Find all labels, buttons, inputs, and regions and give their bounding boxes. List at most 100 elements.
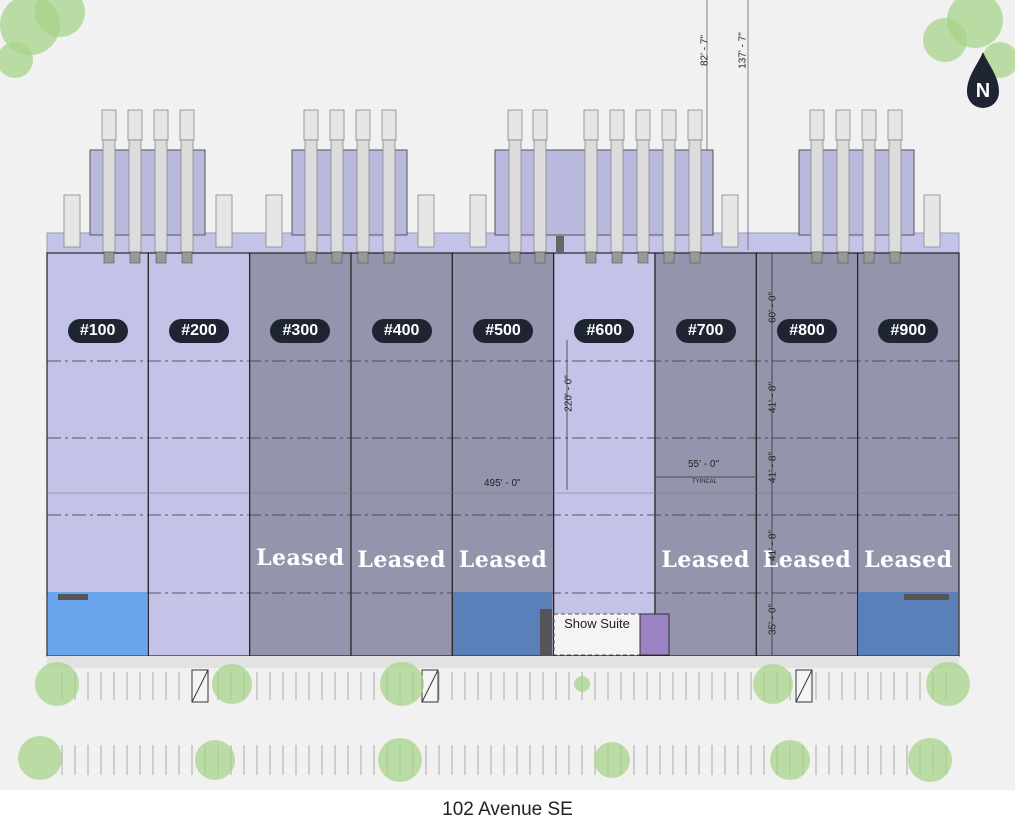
typical-note: TYPICAL: [692, 479, 718, 485]
tree-icon: [908, 738, 952, 782]
overall-length-dim: 495' - 0": [484, 478, 521, 489]
dock-door: [811, 251, 823, 264]
dock-door: [863, 251, 875, 264]
unit-400[interactable]: [350, 252, 453, 657]
dock-door: [331, 251, 343, 264]
truck-dock: [381, 109, 397, 141]
tree-icon: [770, 740, 810, 780]
top-137-dim: 137' - 7": [737, 32, 749, 69]
truck-dock-lane: [154, 139, 168, 253]
unit-label: #600: [574, 319, 635, 343]
dock-door: [129, 251, 141, 264]
bay-60-dim: 60' - 0": [767, 291, 779, 324]
show-suite-annex: [639, 613, 670, 656]
stair: [540, 609, 552, 655]
truck-dock-lane: [304, 139, 318, 253]
truck-dock-lane: [128, 139, 142, 253]
truck-dock: [635, 109, 651, 141]
dock-block-3: [494, 149, 714, 236]
stair-900: [904, 594, 949, 600]
truck-dock: [101, 109, 117, 141]
unit-width-dim: 55' - 0": [688, 459, 720, 470]
truck-dock-lane: [330, 139, 344, 253]
truck-dock: [127, 109, 143, 141]
truck-dock: [583, 109, 599, 141]
unit-label: #400: [371, 319, 432, 343]
truck-dock: [153, 109, 169, 141]
dock-door: [534, 251, 546, 264]
grade-door: [469, 194, 487, 248]
office-500: [453, 592, 552, 655]
tree-icon: [753, 664, 793, 704]
truck-dock-lane: [862, 139, 876, 253]
truck-dock: [329, 109, 345, 141]
unit-label: #300: [270, 319, 331, 343]
dock-door: [181, 251, 193, 264]
truck-dock: [809, 109, 825, 141]
dock-door: [103, 251, 115, 264]
dock-door: [357, 251, 369, 264]
dock-door: [837, 251, 849, 264]
truck-dock-lane: [180, 139, 194, 253]
bay-35-dim: 35' - 0": [767, 603, 779, 636]
grade-door: [923, 194, 941, 248]
unit-label: #100: [67, 319, 128, 343]
truck-dock-lane: [610, 139, 624, 253]
tree-icon: [594, 742, 630, 778]
truck-dock-lane: [102, 139, 116, 253]
truck-dock: [179, 109, 195, 141]
unit-600[interactable]: [553, 252, 656, 657]
truck-dock-lane: [382, 139, 396, 253]
leased-label: Leased: [357, 547, 446, 573]
bay-41b-dim: 41' - 8": [767, 451, 779, 484]
tree-icon: [574, 676, 590, 692]
tree-icon: [212, 664, 252, 704]
truck-dock: [887, 109, 903, 141]
bay-41c-dim: 41' - 8": [767, 529, 779, 562]
unit-700[interactable]: [654, 252, 757, 657]
dock-door: [889, 251, 901, 264]
dock-door: [663, 251, 675, 264]
truck-dock: [303, 109, 319, 141]
truck-dock-lane: [356, 139, 370, 253]
dock-door: [611, 251, 623, 264]
north-label: N: [975, 80, 991, 102]
bay-41a-dim: 41' - 8": [767, 381, 779, 414]
grade-door: [721, 194, 739, 248]
unit-300[interactable]: [249, 252, 352, 657]
grade-door: [215, 194, 233, 248]
leased-label: Leased: [864, 547, 953, 573]
leased-label: Leased: [661, 547, 750, 573]
tree-icon: [35, 662, 79, 706]
tree-icon: [378, 738, 422, 782]
truck-dock-lane: [888, 139, 902, 253]
truck-dock: [687, 109, 703, 141]
truck-dock-lane: [688, 139, 702, 253]
office-100: [48, 592, 147, 655]
grade-door: [265, 194, 283, 248]
dock-door: [383, 251, 395, 264]
leased-label: Leased: [458, 547, 548, 573]
unit-label: #200: [169, 319, 229, 343]
dock-door: [689, 251, 701, 264]
unit-200[interactable]: [147, 252, 251, 657]
tree-icon: [195, 740, 235, 780]
truck-dock: [861, 109, 877, 141]
truck-dock: [507, 109, 523, 141]
tree-icon: [923, 18, 967, 62]
top-82-dim: 82' - 7": [699, 34, 711, 67]
street-name: 102 Avenue SE: [0, 790, 1015, 830]
truck-dock-lane: [810, 139, 824, 253]
tree-icon: [380, 662, 424, 706]
truck-dock-lane: [508, 139, 522, 253]
unit-label: #800: [777, 319, 837, 343]
truck-dock: [835, 109, 851, 141]
unit-label: #700: [675, 319, 736, 343]
truck-dock: [355, 109, 371, 141]
truck-dock-lane: [662, 139, 676, 253]
sidewalk: [47, 656, 959, 668]
dock-door: [637, 251, 649, 264]
tree-icon: [18, 736, 62, 780]
truck-dock-lane: [636, 139, 650, 253]
truck-dock-lane: [533, 139, 547, 253]
